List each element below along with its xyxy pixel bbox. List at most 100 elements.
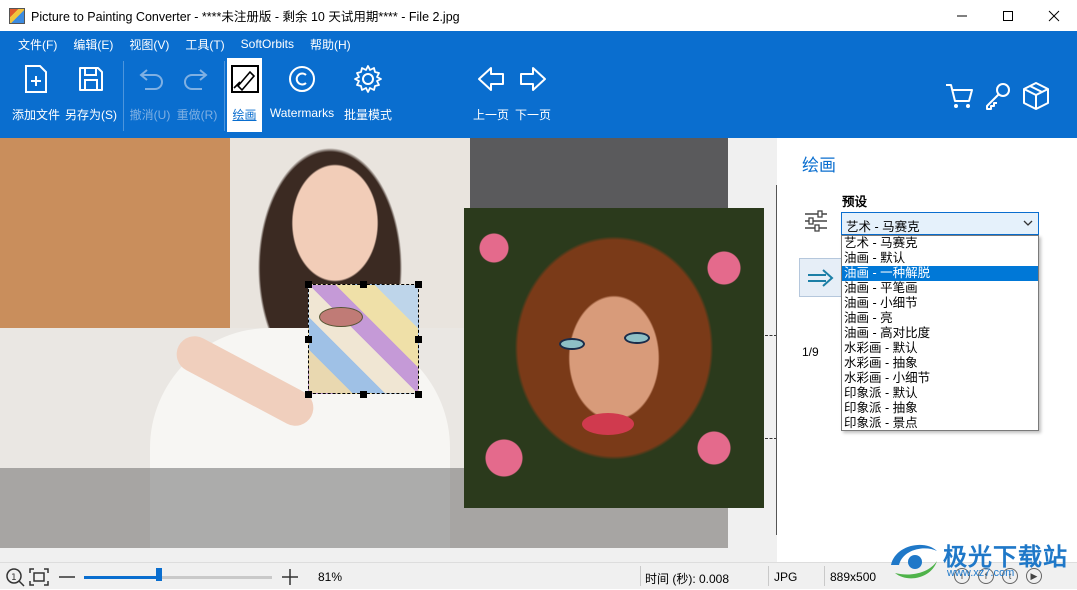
add-file-icon bbox=[25, 65, 47, 93]
resize-handle[interactable] bbox=[415, 336, 422, 343]
app-icon bbox=[9, 7, 25, 24]
zoom-value: 81% bbox=[318, 570, 343, 584]
copyright-icon bbox=[289, 66, 315, 92]
minimize-icon bbox=[957, 15, 967, 16]
zoom-icon: 1 bbox=[6, 568, 25, 587]
title-bar: Picture to Painting Converter - ****未注册版… bbox=[0, 0, 1077, 31]
preset-option[interactable]: 油画 - 平笔画 bbox=[842, 281, 1038, 296]
zoom-out-button[interactable] bbox=[58, 567, 76, 590]
site-watermark: 极光下载站 www.xz7.com bbox=[885, 533, 1075, 585]
resize-handle[interactable] bbox=[305, 391, 312, 398]
arrow-left-icon bbox=[478, 67, 504, 91]
menu-file[interactable]: 文件(F) bbox=[10, 36, 65, 53]
cart-button[interactable] bbox=[944, 81, 974, 114]
watermarks-button[interactable]: Watermarks bbox=[264, 58, 340, 132]
fit-screen-icon bbox=[29, 568, 49, 586]
prev-page-label: 上一页 bbox=[472, 108, 509, 122]
fit-window-button[interactable] bbox=[28, 567, 50, 590]
paint-tab[interactable]: 绘画 bbox=[227, 58, 262, 132]
preset-dropdown[interactable]: 艺术 - 马赛克 bbox=[841, 212, 1039, 235]
resize-handle[interactable] bbox=[360, 281, 367, 288]
next-page-button[interactable]: 下一页 bbox=[514, 58, 552, 132]
preset-option[interactable]: 油画 - 默认 bbox=[842, 251, 1038, 266]
arrow-right-icon bbox=[520, 67, 546, 91]
minimize-button[interactable] bbox=[939, 0, 985, 31]
box-icon bbox=[1023, 82, 1049, 110]
watermark-logo-icon bbox=[891, 544, 937, 579]
add-file-label: 添加文件 bbox=[11, 108, 60, 122]
window-controls bbox=[939, 0, 1077, 31]
key-icon bbox=[986, 83, 1010, 110]
preset-option[interactable]: 水彩画 - 默认 bbox=[842, 341, 1038, 356]
menu-bar: 文件(F) 编辑(E) 视图(V) 工具(T) SoftOrbits 帮助(H) bbox=[10, 34, 359, 54]
apply-button[interactable] bbox=[799, 258, 843, 297]
preset-dropdown-list: 艺术 - 马赛克 油画 - 默认 油画 - 一种解脱 油画 - 平笔画 油画 - 小细节… bbox=[841, 235, 1039, 431]
preset-selected-value: 艺术 - 马赛克 bbox=[846, 220, 920, 234]
preset-option[interactable]: 油画 - 小细节 bbox=[842, 296, 1038, 311]
watermarks-label: Watermarks bbox=[269, 106, 335, 120]
watermark-url: www.xz7.com bbox=[947, 567, 1015, 579]
preset-option[interactable]: 印象派 - 抽象 bbox=[842, 401, 1038, 416]
panel-title: 绘画 bbox=[802, 156, 836, 175]
sliders-icon bbox=[804, 210, 828, 235]
close-button[interactable] bbox=[1031, 0, 1077, 31]
image-canvas[interactable] bbox=[0, 138, 777, 562]
painting-preview bbox=[464, 208, 764, 508]
preset-option[interactable]: 印象派 - 景点 bbox=[842, 416, 1038, 431]
preset-option[interactable]: 印象派 - 默认 bbox=[842, 386, 1038, 401]
preset-option[interactable]: 油画 - 高对比度 bbox=[842, 326, 1038, 341]
batch-mode-label: 批量模式 bbox=[343, 108, 392, 122]
paint-label: 绘画 bbox=[232, 108, 257, 122]
resize-handle[interactable] bbox=[305, 336, 312, 343]
add-file-button[interactable]: 添加文件 bbox=[10, 58, 62, 132]
zoom-slider-thumb[interactable] bbox=[156, 568, 163, 581]
menu-softorbits[interactable]: SoftOrbits bbox=[233, 37, 302, 51]
batch-mode-button[interactable]: 批量模式 bbox=[342, 58, 394, 132]
maximize-button[interactable] bbox=[985, 0, 1031, 31]
panel-divider bbox=[776, 185, 777, 535]
save-icon bbox=[79, 67, 103, 91]
menu-view[interactable]: 视图(V) bbox=[121, 36, 177, 53]
preset-option[interactable]: 水彩画 - 小细节 bbox=[842, 371, 1038, 386]
plus-icon bbox=[282, 569, 298, 585]
toolbar-divider bbox=[224, 61, 225, 131]
menu-edit[interactable]: 编辑(E) bbox=[65, 36, 121, 53]
preset-option[interactable]: 油画 - 一种解脱 bbox=[842, 266, 1038, 281]
image-size: 889x500 bbox=[830, 570, 877, 584]
resize-handle[interactable] bbox=[415, 391, 422, 398]
resize-handle[interactable] bbox=[305, 281, 312, 288]
menu-tools[interactable]: 工具(T) bbox=[177, 36, 232, 53]
preset-option[interactable]: 艺术 - 马赛克 bbox=[842, 236, 1038, 251]
package-button[interactable] bbox=[1021, 81, 1051, 114]
redo-icon bbox=[184, 69, 208, 90]
double-arrow-right-icon bbox=[808, 268, 834, 287]
settings-panel: 绘画 预设 艺术 - 马赛克 1/9 艺术 - 马赛克 油画 - 默认 油画 - 一… bbox=[778, 138, 1077, 562]
menu-help[interactable]: 帮助(H) bbox=[302, 36, 359, 53]
processing-time: 时间 (秒): 0.008 bbox=[645, 572, 730, 586]
maximize-icon bbox=[1003, 10, 1013, 21]
paint-icon bbox=[230, 65, 259, 93]
undo-icon bbox=[139, 69, 163, 90]
license-key-button[interactable] bbox=[983, 81, 1013, 114]
zoom-slider[interactable] bbox=[84, 576, 272, 579]
prev-page-button[interactable]: 上一页 bbox=[472, 58, 510, 132]
minus-icon bbox=[59, 576, 75, 578]
undo-button[interactable]: 撤消(U) bbox=[127, 58, 173, 132]
resize-handle[interactable] bbox=[360, 391, 367, 398]
preset-option[interactable]: 水彩画 - 抽象 bbox=[842, 356, 1038, 371]
resize-handle[interactable] bbox=[415, 281, 422, 288]
selection-box[interactable] bbox=[308, 284, 419, 394]
next-page-label: 下一页 bbox=[514, 108, 551, 122]
undo-label: 撤消(U) bbox=[129, 108, 171, 122]
preset-option[interactable]: 油画 - 亮 bbox=[842, 311, 1038, 326]
page-counter: 1/9 bbox=[802, 345, 819, 359]
svg-text:1: 1 bbox=[11, 573, 17, 583]
redo-label: 重做(R) bbox=[176, 108, 218, 122]
save-as-button[interactable]: 另存为(S) bbox=[64, 58, 118, 132]
chevron-down-icon bbox=[1023, 217, 1033, 231]
toolbar-divider bbox=[123, 61, 124, 131]
preset-label: 预设 bbox=[842, 195, 868, 209]
zoom-in-button[interactable] bbox=[281, 567, 299, 590]
redo-button[interactable]: 重做(R) bbox=[174, 58, 220, 132]
zoom-fit-button[interactable]: 1 bbox=[5, 567, 25, 590]
